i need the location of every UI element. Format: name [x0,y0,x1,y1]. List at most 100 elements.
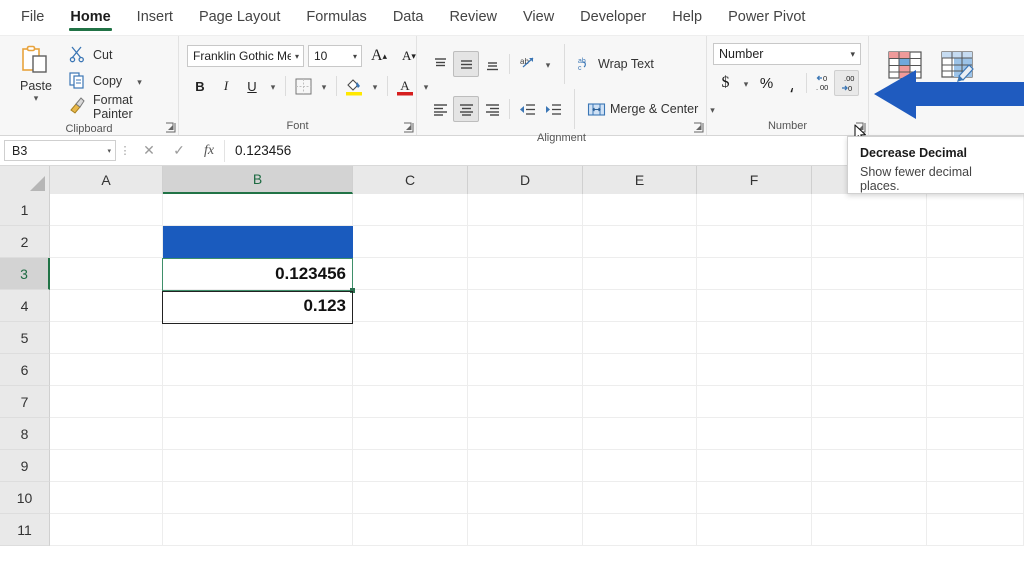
borders-button[interactable] [290,73,316,99]
column-header-c[interactable]: C [353,166,468,194]
clipboard-dialog-launcher[interactable] [165,122,176,133]
cell-h5[interactable] [927,322,1024,354]
orientation-dropdown-icon[interactable]: ▾ [540,51,556,77]
align-right-button[interactable] [479,96,505,122]
cell-f11[interactable] [697,514,812,546]
cell-g10[interactable] [812,482,927,514]
row-header-3[interactable]: 3 [0,258,50,290]
cell-f2[interactable] [697,226,812,258]
cell-d9[interactable] [468,450,583,482]
cell-b2-fill[interactable] [163,226,353,258]
copy-button[interactable]: Copy ▾ [66,68,172,94]
cell-g4[interactable] [812,290,927,322]
cell-d4[interactable] [468,290,583,322]
cell-h10[interactable] [927,482,1024,514]
row-header-2[interactable]: 2 [0,226,50,258]
column-header-d[interactable]: D [468,166,583,194]
cell-d8[interactable] [468,418,583,450]
row-header-10[interactable]: 10 [0,482,50,514]
cell-a5[interactable] [50,322,163,354]
cell-f5[interactable] [697,322,812,354]
cell-f3[interactable] [697,258,812,290]
row-header-11[interactable]: 11 [0,514,50,546]
font-dialog-launcher[interactable] [403,122,414,133]
cell-e7[interactable] [583,386,697,418]
tab-data[interactable]: Data [380,5,437,31]
cell-g7[interactable] [812,386,927,418]
cell-d2[interactable] [468,226,583,258]
cell-b1[interactable] [163,194,353,226]
cell-c9[interactable] [353,450,468,482]
cell-b6[interactable] [163,354,353,386]
row-header-8[interactable]: 8 [0,418,50,450]
tab-formulas[interactable]: Formulas [293,5,379,31]
cell-g11[interactable] [812,514,927,546]
cell-e10[interactable] [583,482,697,514]
enter-entry-button[interactable]: ✓ [164,140,194,162]
tab-power-pivot[interactable]: Power Pivot [715,5,818,31]
cell-c3[interactable] [353,258,468,290]
cell-c1[interactable] [353,194,468,226]
select-all-corner[interactable] [0,166,50,194]
row-header-7[interactable]: 7 [0,386,50,418]
cell-c5[interactable] [353,322,468,354]
cell-a9[interactable] [50,450,163,482]
borders-dropdown-icon[interactable]: ▾ [316,73,332,99]
cell-f10[interactable] [697,482,812,514]
cell-f7[interactable] [697,386,812,418]
cell-d6[interactable] [468,354,583,386]
alignment-dialog-launcher[interactable] [693,122,704,133]
tab-view[interactable]: View [510,5,567,31]
comma-style-button[interactable]: ⸲ [779,70,804,96]
font-name-combo[interactable]: Franklin Gothic Me ▾ [187,45,304,67]
tab-insert[interactable]: Insert [124,5,186,31]
number-dialog-launcher[interactable] [855,122,866,133]
cell-h1[interactable] [927,194,1024,226]
cell-f4[interactable] [697,290,812,322]
wrap-text-button[interactable]: ab c Wrap Text [573,51,658,77]
cell-e6[interactable] [583,354,697,386]
cell-g2[interactable] [812,226,927,258]
align-center-button[interactable] [453,96,479,122]
percent-button[interactable]: % [754,70,779,96]
column-header-e[interactable]: E [583,166,697,194]
cell-h9[interactable] [927,450,1024,482]
cell-c2[interactable] [353,226,468,258]
cell-a1[interactable] [50,194,163,226]
italic-button[interactable]: I [213,73,239,99]
column-header-a[interactable]: A [50,166,163,194]
cell-c10[interactable] [353,482,468,514]
currency-button[interactable]: $ [713,70,738,96]
underline-dropdown-icon[interactable]: ▾ [265,73,281,99]
cell-e1[interactable] [583,194,697,226]
tab-file[interactable]: File [8,5,57,31]
cell-h2[interactable] [927,226,1024,258]
increase-indent-button[interactable] [540,96,566,122]
cell-f6[interactable] [697,354,812,386]
cell-e2[interactable] [583,226,697,258]
tab-help[interactable]: Help [659,5,715,31]
paste-button[interactable]: Paste ▾ [6,40,66,103]
underline-button[interactable]: U [239,73,265,99]
cell-d3[interactable] [468,258,583,290]
cell-b4[interactable]: 0.123 [163,290,353,322]
column-header-f[interactable]: F [697,166,812,194]
align-left-button[interactable] [427,96,453,122]
insert-function-button[interactable]: fx [194,140,224,162]
cell-g9[interactable] [812,450,927,482]
cell-c6[interactable] [353,354,468,386]
conditional-formatting-button[interactable] [885,46,925,86]
merge-center-button[interactable]: Merge & Center ▾ [583,96,719,122]
name-box[interactable]: B3 ▾ [4,140,116,161]
cell-f9[interactable] [697,450,812,482]
cell-h7[interactable] [927,386,1024,418]
orientation-button[interactable]: ab [514,51,540,77]
cell-b3[interactable]: 0.123456 [163,258,353,290]
cell-f8[interactable] [697,418,812,450]
align-top-button[interactable] [427,51,453,77]
cell-h8[interactable] [927,418,1024,450]
cell-b8[interactable] [163,418,353,450]
tab-developer[interactable]: Developer [567,5,659,31]
fill-color-button[interactable] [341,73,367,99]
increase-font-size-button[interactable]: A ▴ [366,43,392,69]
